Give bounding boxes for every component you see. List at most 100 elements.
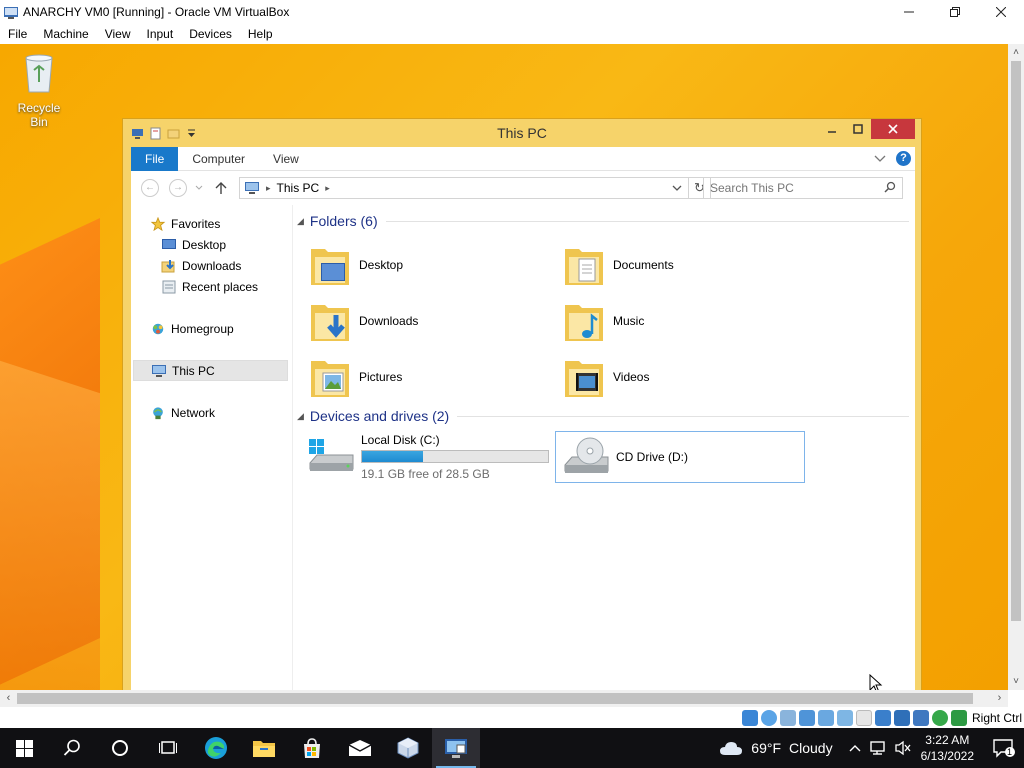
capture-status-icon[interactable] — [950, 709, 967, 726]
vbox-window-title: ANARCHY VM0 [Running] - Oracle VM Virtua… — [23, 4, 290, 19]
hard-disk-status-icon[interactable] — [741, 709, 758, 726]
vertical-scrollbar[interactable]: ˄ ˅ — [1008, 44, 1024, 690]
network-tray-button[interactable] — [867, 740, 891, 756]
menu-view[interactable]: View — [97, 27, 139, 41]
scroll-left-icon[interactable]: ‹ — [0, 690, 17, 707]
scroll-down-icon[interactable]: ˅ — [1008, 673, 1024, 690]
nav-item-favorites[interactable]: Favorites — [131, 213, 292, 234]
cortana-button[interactable] — [96, 728, 144, 768]
horizontal-scroll-thumb[interactable] — [17, 693, 973, 704]
drive-c[interactable]: Local Disk (C:) 19.1 GB free of 28.5 GB — [301, 431, 549, 483]
tab-computer[interactable]: Computer — [178, 147, 259, 171]
edge-taskbar-button[interactable] — [192, 728, 240, 768]
mouse-cursor-icon — [869, 674, 883, 690]
virtualbox-manager-taskbar-button[interactable] — [384, 728, 432, 768]
search-icon[interactable] — [884, 181, 896, 193]
nav-item-desktop[interactable]: Desktop — [131, 234, 292, 255]
cd-drive-icon — [564, 437, 609, 473]
address-dropdown-icon[interactable] — [672, 185, 682, 192]
start-button[interactable] — [0, 728, 48, 768]
folder-documents[interactable]: Documents — [551, 239, 801, 291]
close-button[interactable] — [978, 0, 1024, 23]
audio-status-icon[interactable] — [779, 709, 796, 726]
nav-label-downloads: Downloads — [182, 258, 242, 273]
breadcrumb-this-pc[interactable]: This PC — [277, 181, 320, 195]
folder-downloads[interactable]: Downloads — [297, 295, 547, 347]
guest-screen[interactable]: Recycle Bin This PC File Computer View ?… — [0, 44, 1008, 690]
weather-widget[interactable]: 69°F Cloudy — [719, 740, 833, 756]
up-arrow-icon[interactable] — [215, 181, 227, 195]
vbox-menubar: File Machine View Input Devices Help — [0, 23, 1024, 44]
drive-d-name: CD Drive (D:) — [616, 450, 688, 464]
folder-videos[interactable]: Videos — [551, 351, 801, 403]
help-icon[interactable]: ? — [896, 151, 911, 166]
breadcrumb-chevron-icon[interactable]: ▸ — [266, 183, 271, 194]
nav-item-this-pc[interactable]: This PC — [133, 360, 288, 381]
folder-music[interactable]: Music — [551, 295, 801, 347]
nav-item-recent-places[interactable]: Recent places — [131, 276, 292, 297]
vm-window-taskbar-button[interactable] — [432, 728, 480, 768]
collapse-triangle-icon[interactable]: ◢ — [297, 411, 304, 422]
taskbar-clock[interactable]: 3:22 AM 6/13/2022 — [921, 732, 974, 764]
explorer-minimize-button[interactable] — [819, 119, 845, 139]
nav-item-homegroup[interactable]: Homegroup — [131, 318, 292, 339]
explorer-title: This PC — [497, 125, 547, 141]
explorer-maximize-button[interactable] — [845, 119, 871, 139]
menu-input[interactable]: Input — [139, 27, 182, 41]
breadcrumb-chevron-icon[interactable]: ▸ — [325, 183, 330, 194]
folder-label: Videos — [613, 370, 650, 384]
recent-locations-icon[interactable] — [195, 185, 203, 191]
devices-group-header[interactable]: ◢ Devices and drives (2) — [297, 408, 909, 424]
display-status-icon[interactable] — [855, 709, 872, 726]
search-input[interactable] — [704, 178, 874, 198]
menu-file[interactable]: File — [0, 27, 35, 41]
forward-button[interactable]: → — [169, 179, 187, 197]
scroll-right-icon[interactable]: › — [991, 690, 1008, 707]
recycle-bin-shortcut[interactable]: Recycle Bin — [8, 52, 70, 129]
usb-status-icon[interactable] — [817, 709, 834, 726]
folder-desktop[interactable]: Desktop — [297, 239, 547, 291]
weather-condition: Cloudy — [789, 740, 833, 756]
folder-label: Pictures — [359, 370, 403, 384]
network-status-icon[interactable] — [798, 709, 815, 726]
file-explorer-icon — [253, 741, 275, 757]
mail-taskbar-button[interactable] — [336, 728, 384, 768]
vt-status-icon[interactable] — [893, 709, 910, 726]
nav-item-network[interactable]: Network — [131, 402, 292, 423]
optical-drive-status-icon[interactable] — [760, 709, 777, 726]
drive-d[interactable]: CD Drive (D:) — [555, 431, 805, 483]
tab-view[interactable]: View — [259, 147, 313, 171]
expand-ribbon-icon[interactable] — [874, 155, 886, 163]
vbox-status-bar: Right Ctrl — [0, 707, 1024, 728]
back-button[interactable]: ← — [141, 179, 159, 197]
keyboard-status-icon[interactable] — [931, 709, 948, 726]
show-hidden-icons-button[interactable] — [843, 744, 867, 752]
host-key-label[interactable]: Right Ctrl — [972, 711, 1022, 725]
minimize-button[interactable] — [886, 0, 932, 23]
address-bar[interactable]: ▸ This PC ▸ — [239, 177, 689, 199]
nav-item-downloads[interactable]: Downloads — [131, 255, 292, 276]
volume-tray-button[interactable] — [891, 740, 915, 756]
horizontal-scrollbar[interactable]: ‹ › — [0, 690, 1008, 707]
vertical-scroll-thumb[interactable] — [1011, 61, 1021, 621]
search-button[interactable] — [48, 728, 96, 768]
folder-pictures[interactable]: Pictures — [297, 351, 547, 403]
explorer-close-button[interactable] — [871, 119, 915, 139]
tab-file[interactable]: File — [131, 146, 179, 171]
restore-button[interactable] — [932, 0, 978, 23]
store-taskbar-button[interactable] — [288, 728, 336, 768]
menu-devices[interactable]: Devices — [181, 27, 240, 41]
collapse-triangle-icon[interactable]: ◢ — [297, 216, 304, 227]
folders-group-header[interactable]: ◢ Folders (6) — [297, 213, 909, 229]
menu-help[interactable]: Help — [240, 27, 281, 41]
task-view-button[interactable] — [144, 728, 192, 768]
search-box[interactable] — [703, 177, 903, 199]
action-center-button[interactable]: 1 — [984, 728, 1024, 768]
recording-status-icon[interactable] — [874, 709, 891, 726]
scroll-up-icon[interactable]: ˄ — [1008, 44, 1024, 61]
shared-folders-status-icon[interactable] — [836, 709, 853, 726]
file-explorer-taskbar-button[interactable] — [240, 728, 288, 768]
recent-places-icon — [162, 280, 176, 293]
mouse-integration-status-icon[interactable] — [912, 709, 929, 726]
menu-machine[interactable]: Machine — [35, 27, 96, 41]
